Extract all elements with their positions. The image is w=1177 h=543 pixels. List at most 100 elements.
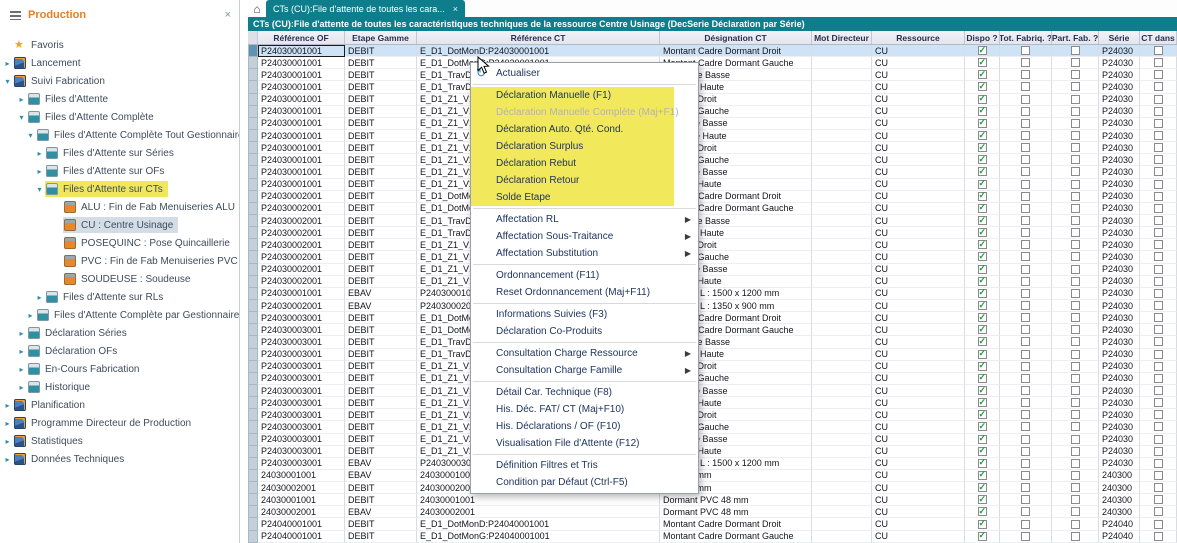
- ct-dans-checkbox[interactable]: [1153, 203, 1163, 213]
- ct-dans-checkbox[interactable]: [1153, 313, 1163, 323]
- table-row[interactable]: P24030001001 DEBIT E_D1_DotMonD:P240300010…: [248, 45, 1177, 58]
- dispo-checkbox[interactable]: [977, 421, 987, 432]
- collapse-arrow-icon[interactable]: ▾: [16, 113, 27, 122]
- ct-dans-checkbox[interactable]: [1153, 46, 1163, 56]
- column-header-part-fab[interactable]: Part. Fab. ?: [1052, 31, 1099, 44]
- tree-item[interactable]: CU : Centre Usinage: [0, 216, 239, 234]
- part-fab-checkbox[interactable]: [1070, 446, 1080, 456]
- part-fab-checkbox[interactable]: [1070, 483, 1080, 493]
- part-fab-checkbox[interactable]: [1070, 203, 1080, 213]
- sidebar-close-icon[interactable]: ×: [225, 9, 231, 21]
- row-selector[interactable]: [248, 469, 258, 483]
- part-fab-checkbox[interactable]: [1070, 191, 1080, 201]
- ct-dans-checkbox[interactable]: [1153, 386, 1163, 395]
- part-fab-checkbox[interactable]: [1070, 179, 1080, 189]
- table-row[interactable]: P24030001001DEBITE_D1_Z1_V2_TPi:P2403000…: [248, 178, 1177, 191]
- menu-item[interactable]: Déclaration Retour: [471, 172, 698, 189]
- menu-item[interactable]: ↻ Actualiser: [471, 65, 698, 82]
- part-fab-checkbox[interactable]: [1070, 434, 1080, 444]
- part-fab-checkbox[interactable]: [1070, 507, 1080, 517]
- row-selector[interactable]: [248, 190, 258, 203]
- row-selector[interactable]: [248, 324, 258, 337]
- table-row[interactable]: P24030002001DEBITE_D1_DotMonG:P240300020…: [248, 202, 1177, 215]
- menu-item[interactable]: Déclaration Rebut: [471, 155, 698, 172]
- row-selector[interactable]: [248, 93, 258, 106]
- table-row[interactable]: P24030003001DEBITE_D1_Z1_V1_MSe:P2403000…: [248, 360, 1177, 373]
- column-header-reference-ct[interactable]: Référence CT: [417, 31, 660, 44]
- tot-fabriq-checkbox[interactable]: [1021, 507, 1030, 517]
- tot-fabriq-checkbox[interactable]: [1021, 216, 1030, 226]
- row-selector[interactable]: [248, 348, 258, 361]
- row-selector[interactable]: [248, 57, 258, 70]
- ct-dans-checkbox[interactable]: [1153, 276, 1163, 286]
- row-selector[interactable]: [248, 433, 258, 446]
- row-selector[interactable]: [248, 445, 258, 458]
- tot-fabriq-checkbox[interactable]: [1021, 422, 1030, 432]
- tot-fabriq-checkbox[interactable]: [1021, 143, 1030, 153]
- row-selector[interactable]: [248, 312, 258, 325]
- row-selector[interactable]: [248, 202, 258, 215]
- tree-item[interactable]: ▸ Files d'Attente: [0, 90, 239, 108]
- row-selector[interactable]: [248, 482, 258, 495]
- ct-dans-checkbox[interactable]: [1153, 264, 1163, 274]
- tot-fabriq-checkbox[interactable]: [1021, 118, 1030, 128]
- tot-fabriq-checkbox[interactable]: [1021, 349, 1030, 359]
- column-header-tot-fabriq[interactable]: Tot. Fabriq. ?: [1000, 31, 1052, 44]
- row-selector[interactable]: [248, 227, 258, 240]
- dispo-checkbox[interactable]: [977, 239, 987, 250]
- row-selector[interactable]: [248, 81, 258, 94]
- table-row[interactable]: P24030001001DEBITE_D1_TravDorB:P24030001…: [248, 69, 1177, 82]
- tot-fabriq-checkbox[interactable]: [1021, 386, 1030, 395]
- tree-item[interactable]: ▸ Lancement: [0, 54, 239, 72]
- expand-arrow-icon[interactable]: ▸: [16, 347, 27, 356]
- tree-item[interactable]: ▾ Files d'Attente Complète: [0, 108, 239, 126]
- row-selector[interactable]: [248, 117, 258, 130]
- tot-fabriq-checkbox[interactable]: [1021, 483, 1030, 493]
- menu-item[interactable]: Affectation Substitution ▶: [471, 245, 698, 262]
- tree-item[interactable]: ▸ Déclaration Séries: [0, 324, 239, 342]
- expand-arrow-icon[interactable]: ▸: [34, 149, 45, 158]
- expand-arrow-icon[interactable]: ▸: [16, 365, 27, 374]
- table-row[interactable]: P24030002001DEBITE_D1_Z1_V1_TPi:P2403000…: [248, 275, 1177, 288]
- dispo-checkbox[interactable]: [977, 300, 987, 311]
- expand-arrow-icon[interactable]: ▸: [2, 419, 13, 428]
- table-row[interactable]: P24030003001DEBITE_D1_DotMonD:P240300030…: [248, 312, 1177, 325]
- tot-fabriq-checkbox[interactable]: [1021, 58, 1030, 68]
- tree-item[interactable]: ▸ Statistiques: [0, 432, 239, 450]
- part-fab-checkbox[interactable]: [1070, 349, 1080, 359]
- row-selector[interactable]: [248, 69, 258, 82]
- dispo-checkbox[interactable]: [977, 227, 987, 238]
- tot-fabriq-checkbox[interactable]: [1021, 434, 1030, 444]
- ct-dans-checkbox[interactable]: [1153, 373, 1163, 383]
- menu-item[interactable]: Ordonnancement (F11): [471, 267, 698, 284]
- tot-fabriq-checkbox[interactable]: [1021, 410, 1030, 420]
- menu-item[interactable]: Solde Etape: [471, 189, 698, 206]
- part-fab-checkbox[interactable]: [1070, 495, 1080, 505]
- ct-dans-checkbox[interactable]: [1153, 179, 1163, 189]
- ct-dans-checkbox[interactable]: [1153, 495, 1163, 505]
- dispo-checkbox[interactable]: [977, 106, 987, 116]
- ct-dans-checkbox[interactable]: [1153, 410, 1163, 420]
- ct-dans-checkbox[interactable]: [1153, 458, 1163, 468]
- part-fab-checkbox[interactable]: [1070, 131, 1080, 141]
- dispo-checkbox[interactable]: [977, 276, 987, 286]
- tot-fabriq-checkbox[interactable]: [1021, 470, 1030, 480]
- table-row[interactable]: 24030001001 DEBIT 24030001001 Dormant PVC 4…: [248, 494, 1177, 507]
- part-fab-checkbox[interactable]: [1070, 313, 1080, 323]
- table-row[interactable]: P24030003001DEBITE_D1_Z1_V1_TSe:P2403000…: [248, 397, 1177, 410]
- row-selector[interactable]: [248, 397, 258, 410]
- part-fab-checkbox[interactable]: [1070, 301, 1080, 311]
- column-header-etape-gamme[interactable]: Etape Gamme: [345, 31, 417, 44]
- ct-dans-checkbox[interactable]: [1153, 106, 1163, 116]
- column-header-dispo[interactable]: Dispo ?: [965, 31, 1000, 44]
- ct-dans-checkbox[interactable]: [1153, 131, 1163, 141]
- dispo-checkbox[interactable]: [977, 482, 987, 493]
- table-row[interactable]: P24030001001DEBITE_D1_Z1_V1_MSe:P2403000…: [248, 105, 1177, 118]
- dispo-checkbox[interactable]: [977, 336, 987, 347]
- part-fab-checkbox[interactable]: [1070, 373, 1080, 383]
- dispo-checkbox[interactable]: [977, 324, 987, 335]
- row-selector[interactable]: [248, 299, 258, 313]
- tab-active[interactable]: CTs (CU):File d'attente de toutes les ca…: [266, 0, 466, 17]
- tree-item[interactable]: Favoris: [0, 36, 239, 54]
- column-header-reference-of[interactable]: Référence OF: [258, 31, 345, 44]
